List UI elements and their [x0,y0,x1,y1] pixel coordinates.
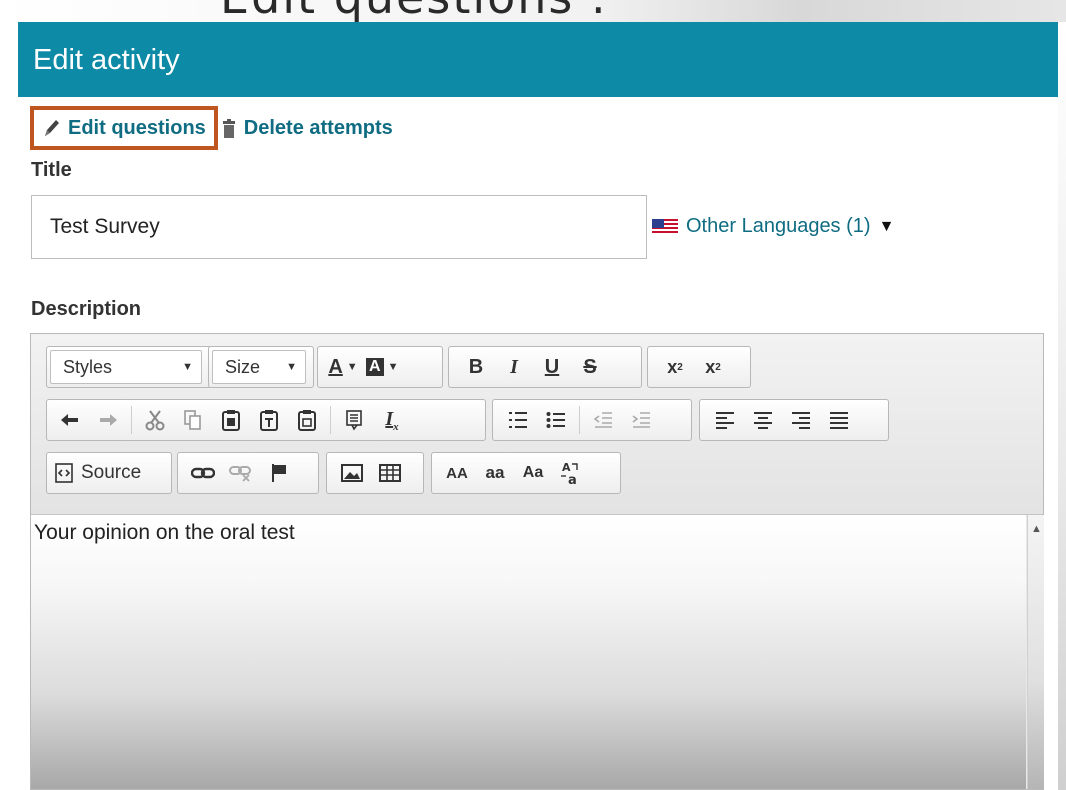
text-color-icon: A [328,355,343,378]
remove-format-icon[interactable]: Ix [377,403,407,437]
activity-actions: Edit questions Delete attempts [30,104,393,152]
bold-button[interactable]: B [461,350,491,384]
decrease-indent-icon[interactable] [588,403,618,437]
styles-label: Styles [63,356,113,377]
size-dropdown[interactable]: Size ▼ [212,350,306,384]
numbered-list-icon[interactable] [503,403,533,437]
dropdown-arrow-icon: ▼ [346,361,358,373]
link-group [177,452,319,494]
delete-attempts-link[interactable]: Delete attempts [222,117,393,140]
screen: Edit questions . Edit activity Edit ques… [0,0,1066,790]
source-button[interactable]: Source [55,456,141,490]
underline-button[interactable]: U [537,350,567,384]
other-languages-label: Other Languages (1) [686,215,871,237]
italic-button[interactable]: I [499,350,529,384]
styles-size-group: Styles ▼ [46,346,212,388]
background-color-button[interactable]: A ▼ [366,350,398,384]
text-color-button[interactable]: A ▼ [328,350,358,384]
source-label: Source [81,462,142,483]
alignment-group [699,399,889,441]
source-group: Source [46,452,172,494]
styles-dropdown[interactable]: Styles ▼ [50,350,202,384]
align-center-icon[interactable] [748,403,778,437]
unlink-icon[interactable] [226,456,256,490]
description-label: Description [31,298,142,320]
paste-from-word-icon[interactable] [292,403,322,437]
cut-icon[interactable] [140,403,170,437]
other-languages-dropdown[interactable]: Other Languages (1) ▼ [652,215,894,238]
spell-check-icon[interactable] [339,403,369,437]
editor-scrollbar[interactable]: ▲ [1027,515,1044,789]
rich-text-editor: Styles ▼ Size ▼ A ▼ A ▼ B I U S x 2 x 2 … [30,333,1044,790]
lowercase-button[interactable]: aa [480,456,510,490]
caret-down-icon: ▼ [878,217,895,235]
scroll-up-arrow-icon[interactable]: ▲ [1031,523,1042,535]
toolbar-separator [579,406,580,434]
left-margin [0,22,18,790]
align-left-icon[interactable] [710,403,740,437]
insert-group [326,452,424,494]
paste-icon[interactable] [216,403,246,437]
panel-header: Edit activity [18,22,1058,97]
video-caption-strip: Edit questions . [0,0,1066,22]
bulleted-list-icon[interactable] [541,403,571,437]
editor-content-area[interactable]: Your opinion on the oral test [31,515,1026,789]
us-flag-icon [652,218,678,235]
anchor-flag-icon[interactable] [264,456,294,490]
toolbar-separator [330,406,331,434]
svg-text:a: a [568,473,577,486]
editor-toolbar: Styles ▼ Size ▼ A ▼ A ▼ B I U S x 2 x 2 … [31,334,1043,515]
editor-content-text: Your opinion on the oral test [34,521,295,544]
align-right-icon[interactable] [786,403,816,437]
paste-text-icon[interactable] [254,403,284,437]
image-icon[interactable] [337,456,367,490]
dropdown-arrow-icon: ▼ [387,361,399,373]
edit-questions-label: Edit questions [68,116,206,139]
page-title: Edit activity [33,44,180,76]
subscript-button[interactable]: x2 [660,350,690,384]
clipboard-group: Ix [46,399,486,441]
delete-attempts-label: Delete attempts [243,116,393,139]
table-icon[interactable] [375,456,405,490]
title-label: Title [31,159,72,181]
toolbar-separator [131,406,132,434]
background-color-icon: A [366,358,384,376]
strikethrough-button[interactable]: S [575,350,605,384]
right-margin [1058,22,1066,790]
superscript-button[interactable]: x2 [698,350,728,384]
title-input[interactable] [31,195,647,259]
justify-icon[interactable] [824,403,854,437]
size-group: Size ▼ [208,346,314,388]
uppercase-button[interactable]: AA [442,456,472,490]
toggle-case-icon[interactable]: Aa [556,456,586,490]
trash-icon [222,119,235,138]
script-group: x2 x2 [647,346,751,388]
case-group: AA aa Aa Aa [431,452,621,494]
edit-activity-panel: Edit activity Edit questions Delete atte… [18,22,1058,790]
list-indent-group [492,399,692,441]
capitalize-button[interactable]: Aa [518,456,548,490]
basic-styles-group: B I U S [448,346,642,388]
source-icon [55,463,73,483]
video-caption-text: Edit questions . [220,0,608,22]
dropdown-arrow-icon: ▼ [182,361,193,373]
increase-indent-icon[interactable] [626,403,656,437]
pencil-icon [45,120,59,136]
redo-icon[interactable] [93,403,123,437]
edit-questions-link[interactable]: Edit questions [30,106,218,150]
undo-icon[interactable] [55,403,85,437]
color-group: A ▼ A ▼ [317,346,443,388]
dropdown-arrow-icon: ▼ [286,361,297,373]
size-label: Size [225,356,261,377]
link-icon[interactable] [188,456,218,490]
copy-icon[interactable] [178,403,208,437]
